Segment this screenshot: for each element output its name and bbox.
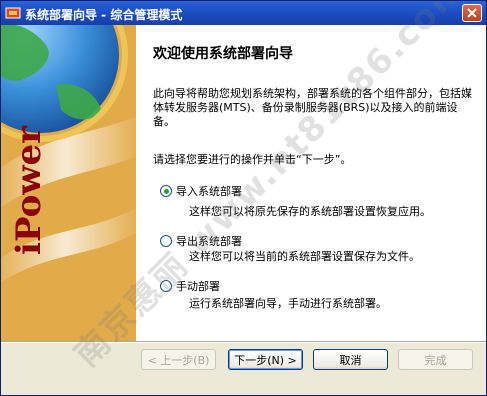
finish-button[interactable]: 完成 bbox=[398, 349, 473, 370]
option-description: 这样您可以将原先保存的系统部署设置恢复应用。 bbox=[189, 205, 431, 218]
title-bar[interactable]: 系统部署向导 - 综合管理模式 bbox=[1, 1, 486, 25]
app-icon bbox=[5, 7, 21, 19]
back-button[interactable]: < 上一步(B) bbox=[141, 349, 216, 370]
intro-text: 此向导将帮助您规划系统架构，部署系统的各个组件部分，包括媒体转发服务器(MTS)… bbox=[153, 87, 472, 128]
option-description: 运行系统部署向导，手动进行系统部署。 bbox=[189, 297, 387, 310]
radio-manual-deployment[interactable]: 手动部署 bbox=[160, 278, 220, 294]
brand-logo: iPower bbox=[9, 125, 49, 255]
wizard-banner: iPower bbox=[1, 25, 136, 341]
wizard-window: 系统部署向导 - 综合管理模式 iPower 欢迎使用系统部署向导 此向导将帮助… bbox=[0, 0, 487, 396]
radio-button[interactable] bbox=[160, 235, 172, 247]
window-title: 系统部署向导 - 综合管理模式 bbox=[25, 8, 183, 22]
button-separator bbox=[1, 341, 486, 343]
option-description: 这样您可以将当前的系统部署设置保存为文件。 bbox=[189, 250, 420, 263]
radio-button[interactable] bbox=[160, 280, 172, 292]
radio-export-deployment[interactable]: 导出系统部署 bbox=[160, 233, 242, 249]
close-icon bbox=[467, 8, 477, 18]
radio-button[interactable] bbox=[160, 185, 172, 197]
radio-selected-dot bbox=[163, 188, 169, 194]
wizard-content: 欢迎使用系统部署向导 此向导将帮助您规划系统架构，部署系统的各个组件部分，包括媒… bbox=[136, 25, 486, 341]
instruction-text: 请选择您要进行的操作并单击“下一步”。 bbox=[153, 153, 352, 166]
option-label[interactable]: 导入系统部署 bbox=[176, 183, 242, 199]
cancel-button[interactable]: 取消 bbox=[313, 349, 388, 370]
radio-import-deployment[interactable]: 导入系统部署 bbox=[160, 183, 242, 199]
next-button[interactable]: 下一步(N) > bbox=[228, 349, 303, 370]
close-button[interactable] bbox=[462, 4, 482, 22]
option-label[interactable]: 导出系统部署 bbox=[176, 233, 242, 249]
page-title: 欢迎使用系统部署向导 bbox=[153, 46, 293, 62]
option-label[interactable]: 手动部署 bbox=[176, 278, 220, 294]
